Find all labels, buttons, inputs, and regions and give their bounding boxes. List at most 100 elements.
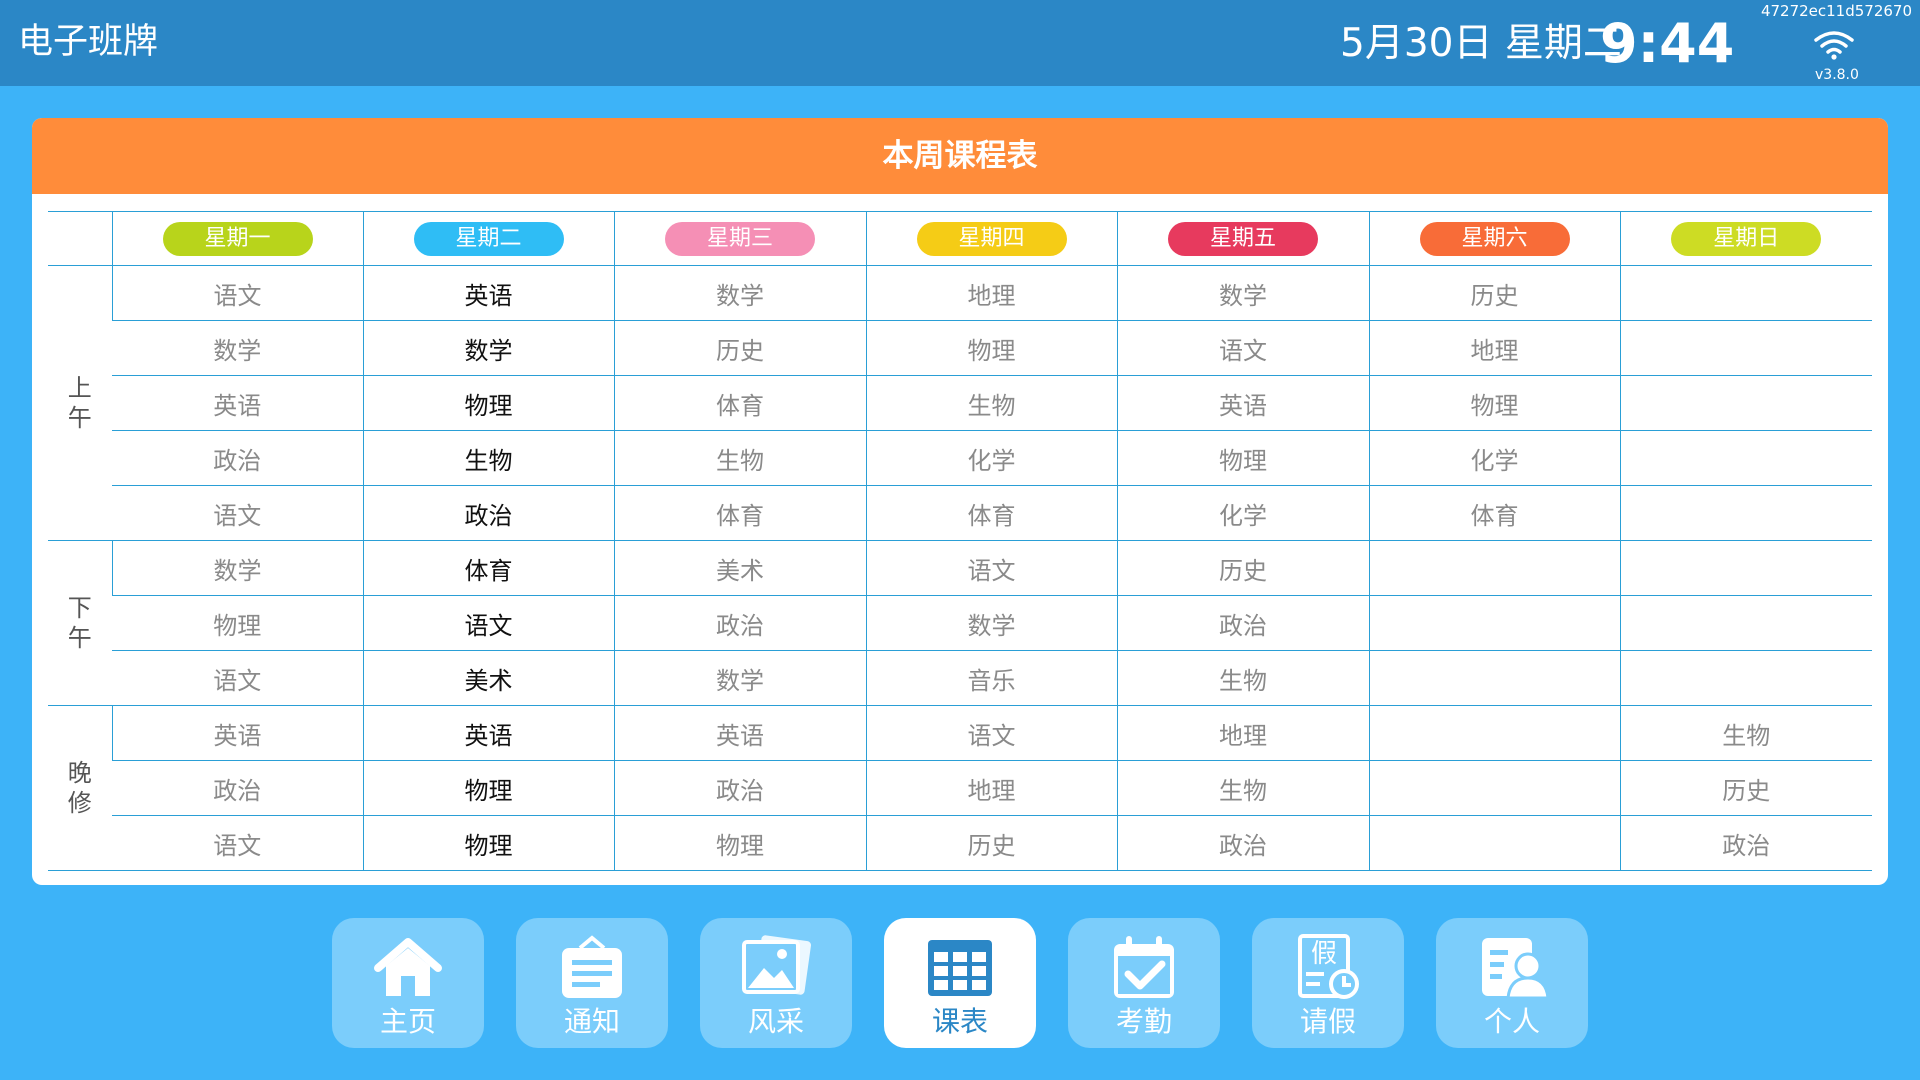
- course-cell: 政治: [1619, 815, 1872, 871]
- course-cell: [1368, 760, 1620, 816]
- nav-button[interactable]: 通知: [516, 918, 668, 1048]
- day-label: 星期三: [665, 221, 815, 256]
- course-cell: 物理: [362, 815, 614, 871]
- course-cell: 政治: [613, 595, 866, 651]
- course-cell: 地理: [865, 265, 1117, 321]
- course-cell: 政治: [112, 430, 363, 486]
- schedule-row: 政治 物理 政治 地理 生物 历史: [48, 760, 1872, 816]
- course-cell: 物理: [865, 320, 1117, 376]
- schedule-row: 上午 语文 英语 数学 地理 数学 历史: [48, 265, 1872, 541]
- course-cell: [1619, 485, 1872, 541]
- period-label-text: 下午: [67, 594, 92, 652]
- profile-card-icon: [1482, 938, 1550, 1000]
- nav-label: 请假: [1299, 1005, 1356, 1038]
- course-cell: 物理: [362, 760, 614, 816]
- schedule-row: 英语 物理 体育 生物 英语 物理: [48, 375, 1872, 431]
- course-cell: 化学: [1368, 430, 1620, 486]
- course-cell: 数学: [865, 595, 1117, 651]
- nav-button[interactable]: 个人: [1436, 918, 1588, 1048]
- top-bar: 电子班牌 5月30日 星期二 9:44 47272ec11d572670 v3.…: [0, 0, 1920, 86]
- period-label-text: 晚修: [67, 759, 92, 817]
- clock-display: 9:44: [1600, 12, 1735, 75]
- course-cell: 化学: [1116, 485, 1369, 541]
- day-header-cell: 星期日: [1619, 211, 1872, 266]
- nav-button[interactable]: 假请假: [1252, 918, 1404, 1048]
- calendar-check-icon: [1114, 936, 1174, 998]
- notice-board-icon: [562, 935, 622, 998]
- period-label-text: 上午: [67, 374, 92, 432]
- course-cell: 英语: [1116, 375, 1369, 431]
- schedule-row: 晚修 英语 英语 英语 语文 地理 生物: [48, 705, 1872, 871]
- day-label: 星期四: [916, 221, 1067, 256]
- course-cell: 物理: [1116, 430, 1369, 486]
- day-header-cell: 星期三: [613, 211, 866, 266]
- day-label: 星期五: [1168, 221, 1318, 256]
- nav-button[interactable]: 课表: [884, 918, 1036, 1048]
- day-header-cell: 星期四: [865, 211, 1117, 266]
- period-label: 上午: [48, 265, 112, 541]
- course-cell: 政治: [1116, 595, 1369, 651]
- app-title: 电子班牌: [18, 22, 159, 62]
- nav-label: 主页: [379, 1005, 436, 1038]
- course-cell: [1619, 430, 1872, 486]
- course-cell: 语文: [112, 650, 363, 706]
- course-cell: [1619, 650, 1872, 706]
- leave-request-icon: 假: [1298, 934, 1359, 999]
- course-cell: 美术: [613, 540, 866, 596]
- course-cell: [1368, 540, 1620, 596]
- day-header-cell: 星期六: [1368, 211, 1620, 266]
- course-cell: 历史: [865, 815, 1117, 871]
- course-cell: [1619, 265, 1872, 321]
- course-cell: 数学: [1116, 265, 1369, 321]
- course-cell: [1619, 540, 1872, 596]
- course-cell: 地理: [865, 760, 1117, 816]
- schedule-row: 语文 政治 体育 体育 化学 体育: [48, 485, 1872, 541]
- app-version: v3.8.0: [1815, 67, 1859, 83]
- course-cell: [1368, 650, 1620, 706]
- svg-text:假: 假: [1311, 939, 1337, 969]
- course-cell: 体育: [865, 485, 1117, 541]
- nav-button[interactable]: 考勤: [1068, 918, 1220, 1048]
- schedule-row: 语文 物理 物理 历史 政治 政治: [48, 815, 1872, 871]
- day-label: 星期日: [1671, 221, 1822, 256]
- course-cell: 政治: [112, 760, 363, 816]
- course-cell: 英语: [362, 265, 614, 321]
- course-cell: 化学: [865, 430, 1117, 486]
- schedule-row: 政治 生物 生物 化学 物理 化学: [48, 430, 1872, 486]
- course-cell: 物理: [613, 815, 866, 871]
- header-corner: [48, 211, 112, 266]
- photo-gallery-icon: [742, 935, 811, 995]
- course-cell: 历史: [613, 320, 866, 376]
- day-header-cell: 星期五: [1116, 211, 1369, 266]
- course-cell: 地理: [1368, 320, 1620, 376]
- course-cell: 历史: [1619, 760, 1872, 816]
- nav-button[interactable]: 主页: [332, 918, 484, 1048]
- day-label: 星期二: [413, 221, 564, 256]
- course-cell: 数学: [613, 650, 866, 706]
- day-header-cell: 星期二: [362, 211, 614, 266]
- course-cell: [1368, 705, 1620, 761]
- course-cell: 美术: [362, 650, 614, 706]
- schedule-row: 下午 数学 体育 美术 语文 历史: [48, 540, 1872, 706]
- day-header-cell: 星期一: [111, 211, 363, 266]
- period-label: 晚修: [48, 705, 112, 871]
- schedule-row: 数学 数学 历史 物理 语文 地理: [48, 320, 1872, 376]
- course-cell: 语文: [1116, 320, 1369, 376]
- nav-label: 个人: [1483, 1005, 1540, 1038]
- course-cell: 体育: [1368, 485, 1620, 541]
- course-cell: [1368, 815, 1620, 871]
- course-cell: 生物: [1116, 760, 1369, 816]
- course-cell: 语文: [362, 595, 614, 651]
- course-cell: 政治: [613, 760, 866, 816]
- day-label: 星期一: [162, 221, 313, 256]
- course-cell: 英语: [362, 705, 614, 761]
- course-cell: 生物: [362, 430, 614, 486]
- nav-button[interactable]: 风采: [700, 918, 852, 1048]
- course-cell: 体育: [362, 540, 614, 596]
- course-cell: 地理: [1116, 705, 1369, 761]
- day-label: 星期六: [1419, 221, 1570, 256]
- course-cell: 数学: [613, 265, 866, 321]
- schedule-table: 星期一 星期二 星期三 星期四 星期五 星期六 星期日 上午 语文 英语 数学 地理 数学 历史 数学 数学历…: [48, 211, 1872, 871]
- course-cell: 历史: [1368, 265, 1620, 321]
- course-cell: 英语: [111, 705, 363, 761]
